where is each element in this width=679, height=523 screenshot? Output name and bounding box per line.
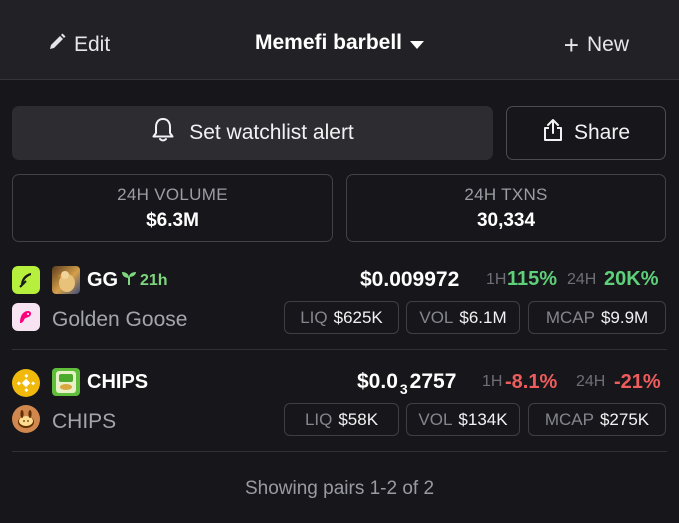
price-zero-count: 3 (399, 381, 408, 397)
pair-row[interactable]: GG 21h $0.009972 1H 115% 24H 20K% Golden… (0, 256, 679, 348)
change-24h-label: 24H (576, 373, 606, 390)
change-1h-label: 1H (482, 373, 503, 390)
badge-value: $275K (599, 409, 650, 429)
badge-label: VOL (418, 409, 453, 429)
plus-icon: + (563, 30, 579, 60)
badge-value: $6.1M (459, 307, 507, 327)
volume-badge: VOL $6.1M (406, 301, 520, 334)
row-divider (12, 451, 667, 452)
new-watchlist-button[interactable]: + New (564, 30, 629, 60)
share-button[interactable]: Share (506, 106, 666, 160)
new-label: New (586, 33, 629, 56)
pair-age-value: 21h (140, 271, 168, 289)
token-image (52, 368, 80, 396)
change-24h-label: 24H (567, 271, 597, 288)
token-symbol: GG (87, 269, 119, 291)
token-image (52, 266, 80, 294)
badge-label: MCAP (545, 307, 595, 327)
token-price: $0.0 32757 (357, 370, 456, 397)
stat-24h-txns: 24H TXNS 30,334 (346, 174, 666, 242)
volume-badge: VOL $134K (406, 403, 520, 436)
change-24h: 20K% (604, 268, 659, 290)
liquidity-badge: LIQ $58K (284, 403, 399, 436)
pair-row[interactable]: CHIPS $0.0 32757 1H -8.1% 24H -21% CHIPS … (0, 360, 679, 450)
caret-down-icon (410, 41, 425, 49)
pair-age: 21h (121, 270, 168, 291)
badge-value: $134K (458, 409, 508, 429)
token-symbol: CHIPS (87, 371, 149, 393)
price-prefix: $0.0 (357, 370, 398, 393)
change-24h: -21% (614, 371, 661, 393)
stat-label: 24H VOLUME (117, 184, 228, 204)
pancakeswap-icon (12, 405, 40, 433)
set-watchlist-alert-button[interactable]: Set watchlist alert (12, 106, 493, 160)
change-1h: -8.1% (505, 371, 558, 393)
badge-label: MCAP (544, 409, 594, 429)
share-label: Share (573, 121, 631, 144)
price-suffix: 2757 (409, 370, 457, 393)
share-icon (542, 118, 564, 148)
token-name: Golden Goose (52, 308, 188, 331)
change-1h: 115% (507, 268, 558, 290)
bnb-chain-icon (12, 369, 40, 397)
row-divider (12, 349, 667, 350)
chain-icon (12, 266, 40, 294)
token-name: CHIPS (52, 410, 117, 433)
stat-value: $6.3M (146, 209, 199, 231)
badge-label: LIQ (300, 307, 328, 327)
badge-value: $9.9M (600, 307, 649, 327)
badge-value: $625K (333, 307, 383, 327)
alert-label: Set watchlist alert (189, 121, 354, 144)
token-price: $0.009972 (360, 268, 460, 291)
market-cap-badge: MCAP $9.9M (528, 301, 666, 334)
stat-24h-volume: 24H VOLUME $6.3M (12, 174, 333, 242)
top-bar: Edit Memefi barbell + New (0, 0, 679, 80)
dex-icon (12, 303, 40, 331)
badge-value: $58K (338, 409, 379, 429)
sprout-icon (121, 270, 137, 291)
market-cap-badge: MCAP $275K (528, 403, 666, 436)
liquidity-badge: LIQ $625K (284, 301, 399, 334)
badge-label: LIQ (304, 409, 333, 429)
pagination-status: Showing pairs 1-2 of 2 (244, 478, 435, 499)
change-1h-label: 1H (486, 271, 507, 288)
watchlist-title: Memefi barbell (254, 31, 403, 54)
badge-label: VOL (419, 307, 454, 327)
stat-label: 24H TXNS (464, 184, 548, 204)
stat-value: 30,334 (476, 209, 536, 231)
bell-icon (151, 117, 175, 149)
